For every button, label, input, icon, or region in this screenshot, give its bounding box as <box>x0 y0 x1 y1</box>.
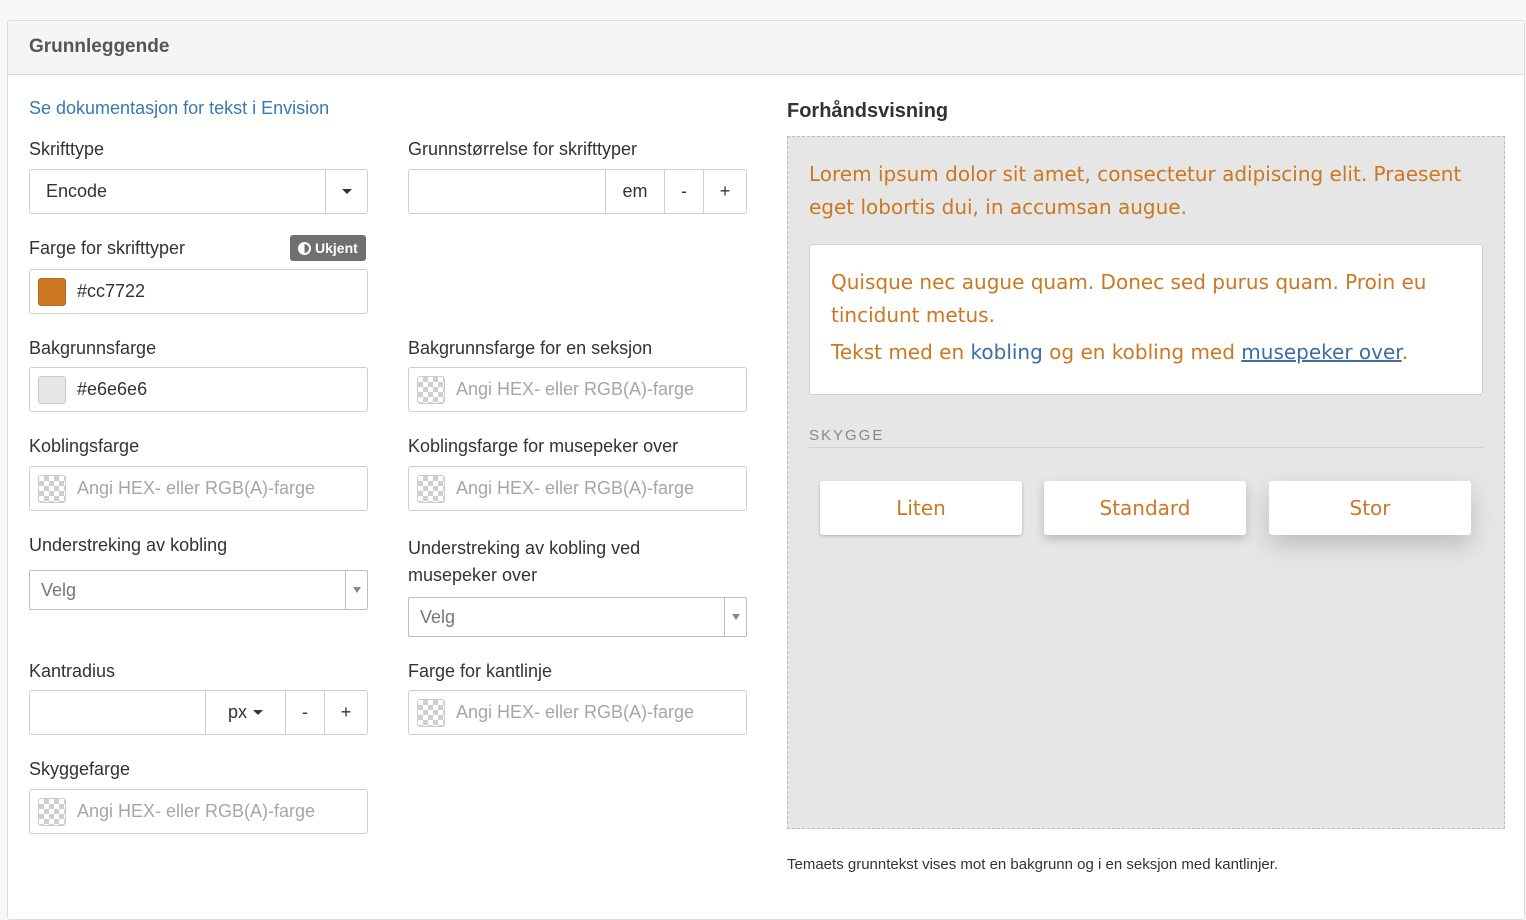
border-radius-decrement-button[interactable]: - <box>285 691 324 734</box>
shadow-large-button[interactable]: Stor <box>1269 481 1471 535</box>
preview-title: Forhåndsvisning <box>787 100 949 122</box>
link-hover-underline-arrow[interactable] <box>724 598 746 636</box>
base-size-label: Grunnstørrelse for skrifttyper <box>408 139 638 159</box>
link-color-label: Koblingsfarge <box>29 436 140 456</box>
link-underline-value: Velg <box>41 579 77 600</box>
font-type-select[interactable]: Encode <box>29 169 368 214</box>
shadow-small-button[interactable]: Liten <box>820 481 1022 535</box>
bg-color-input[interactable]: #e6e6e6 <box>29 367 368 412</box>
contrast-icon <box>298 241 311 255</box>
font-type-dropdown-button[interactable] <box>325 170 367 213</box>
font-type-value: Encode <box>46 181 108 201</box>
shadow-color-input[interactable]: Angi HEX- eller RGB(A)-farge <box>29 789 368 834</box>
preview-section: Quisque nec augue quam. Donec sed purus … <box>809 244 1483 395</box>
base-size-decrement-button[interactable]: - <box>664 170 703 213</box>
link-line-suffix: . <box>1401 340 1409 364</box>
transparent-swatch-icon[interactable] <box>38 474 66 503</box>
border-color-input[interactable]: Angi HEX- eller RGB(A)-farge <box>408 690 747 735</box>
border-radius-unit: px <box>227 702 247 722</box>
preview-footnote: Temaets grunntekst vises mot en bakgrunn… <box>787 856 1279 873</box>
contrast-status-text: Ukjent <box>315 240 358 256</box>
link-underline-select[interactable]: Velg <box>29 570 368 610</box>
bg-color-label: Bakgrunnsfarge <box>29 338 157 358</box>
link-underline-arrow[interactable] <box>345 571 367 609</box>
link-hover-underline-label: Understreking av kobling ved musepeker o… <box>408 535 640 589</box>
section-bg-color-input[interactable]: Angi HEX- eller RGB(A)-farge <box>408 367 747 412</box>
preview-hover-link[interactable]: musepeker over <box>1241 340 1401 364</box>
link-line-middle: og en kobling med <box>1042 340 1242 364</box>
link-underline-label: Understreking av kobling <box>29 535 228 555</box>
border-radius-input-group: px - + <box>29 690 368 735</box>
shadow-color-placeholder: Angi HEX- eller RGB(A)-farge <box>77 801 316 821</box>
border-color-placeholder: Angi HEX- eller RGB(A)-farge <box>456 702 695 722</box>
bg-color-value: #e6e6e6 <box>77 379 148 399</box>
border-color-label: Farge for kantlinje <box>408 661 553 681</box>
section-bg-color-placeholder: Angi HEX- eller RGB(A)-farge <box>456 379 695 399</box>
contrast-status-badge: Ukjent <box>290 235 366 261</box>
font-color-swatch[interactable] <box>38 277 66 306</box>
shadow-divider <box>809 447 1483 448</box>
preview-link[interactable]: kobling <box>971 340 1043 364</box>
preview-link-line: Tekst med en kobling og en kobling med m… <box>831 336 1431 369</box>
font-type-label: Skrifttype <box>29 139 105 159</box>
font-color-label: Farge for skrifttyper <box>29 238 186 258</box>
border-radius-increment-button[interactable]: + <box>324 691 367 734</box>
link-color-placeholder: Angi HEX- eller RGB(A)-farge <box>77 478 316 498</box>
border-radius-input[interactable] <box>30 691 205 734</box>
link-hover-color-input[interactable]: Angi HEX- eller RGB(A)-farge <box>408 466 747 511</box>
link-hover-underline-value: Velg <box>420 606 456 627</box>
preview-section-text-block: Quisque nec augue quam. Donec sed purus … <box>831 266 1431 369</box>
documentation-link[interactable]: Se dokumentasjon for tekst i Envision <box>29 98 329 119</box>
link-line-prefix: Tekst med en <box>831 340 971 364</box>
base-size-unit: em <box>605 170 664 213</box>
transparent-swatch-icon[interactable] <box>417 474 445 503</box>
base-size-input[interactable] <box>409 170 605 213</box>
base-size-increment-button[interactable]: + <box>703 170 746 213</box>
transparent-swatch-icon[interactable] <box>417 375 445 404</box>
font-color-input[interactable]: #cc7722 <box>29 269 368 314</box>
bg-color-swatch[interactable] <box>38 375 66 404</box>
preview-section-text: Quisque nec augue quam. Donec sed purus … <box>831 270 1427 327</box>
link-hover-underline-select[interactable]: Velg <box>408 597 747 637</box>
link-color-input[interactable]: Angi HEX- eller RGB(A)-farge <box>29 466 368 511</box>
caret-down-icon <box>731 614 740 620</box>
shadow-section-label: SKYGGE <box>809 427 885 444</box>
link-hover-color-placeholder: Angi HEX- eller RGB(A)-farge <box>456 478 695 498</box>
border-radius-unit-select[interactable]: px <box>205 691 285 734</box>
base-size-input-group: em - + <box>408 169 747 214</box>
link-hover-underline-label-line1: Understreking av kobling ved <box>408 538 641 558</box>
shadow-standard-button[interactable]: Standard <box>1044 481 1246 535</box>
preview-body-text: Lorem ipsum dolor sit amet, consectetur … <box>809 162 1462 219</box>
link-hover-underline-label-line2: musepeker over <box>408 565 538 585</box>
font-color-value: #cc7722 <box>77 281 146 301</box>
preview-area: Lorem ipsum dolor sit amet, consectetur … <box>787 136 1505 829</box>
section-bg-color-label: Bakgrunnsfarge for en seksjon <box>408 338 653 358</box>
shadow-color-label: Skyggefarge <box>29 759 131 779</box>
link-hover-color-label: Koblingsfarge for musepeker over <box>408 436 679 456</box>
caret-down-icon <box>341 189 352 194</box>
settings-panel: Grunnleggende Se dokumentasjon for tekst… <box>7 20 1525 920</box>
transparent-swatch-icon[interactable] <box>38 797 66 826</box>
border-radius-label: Kantradius <box>29 661 116 681</box>
panel-title: Grunnleggende <box>8 21 1524 75</box>
transparent-swatch-icon[interactable] <box>417 698 445 727</box>
caret-down-icon <box>352 587 361 593</box>
caret-down-icon <box>253 710 263 715</box>
